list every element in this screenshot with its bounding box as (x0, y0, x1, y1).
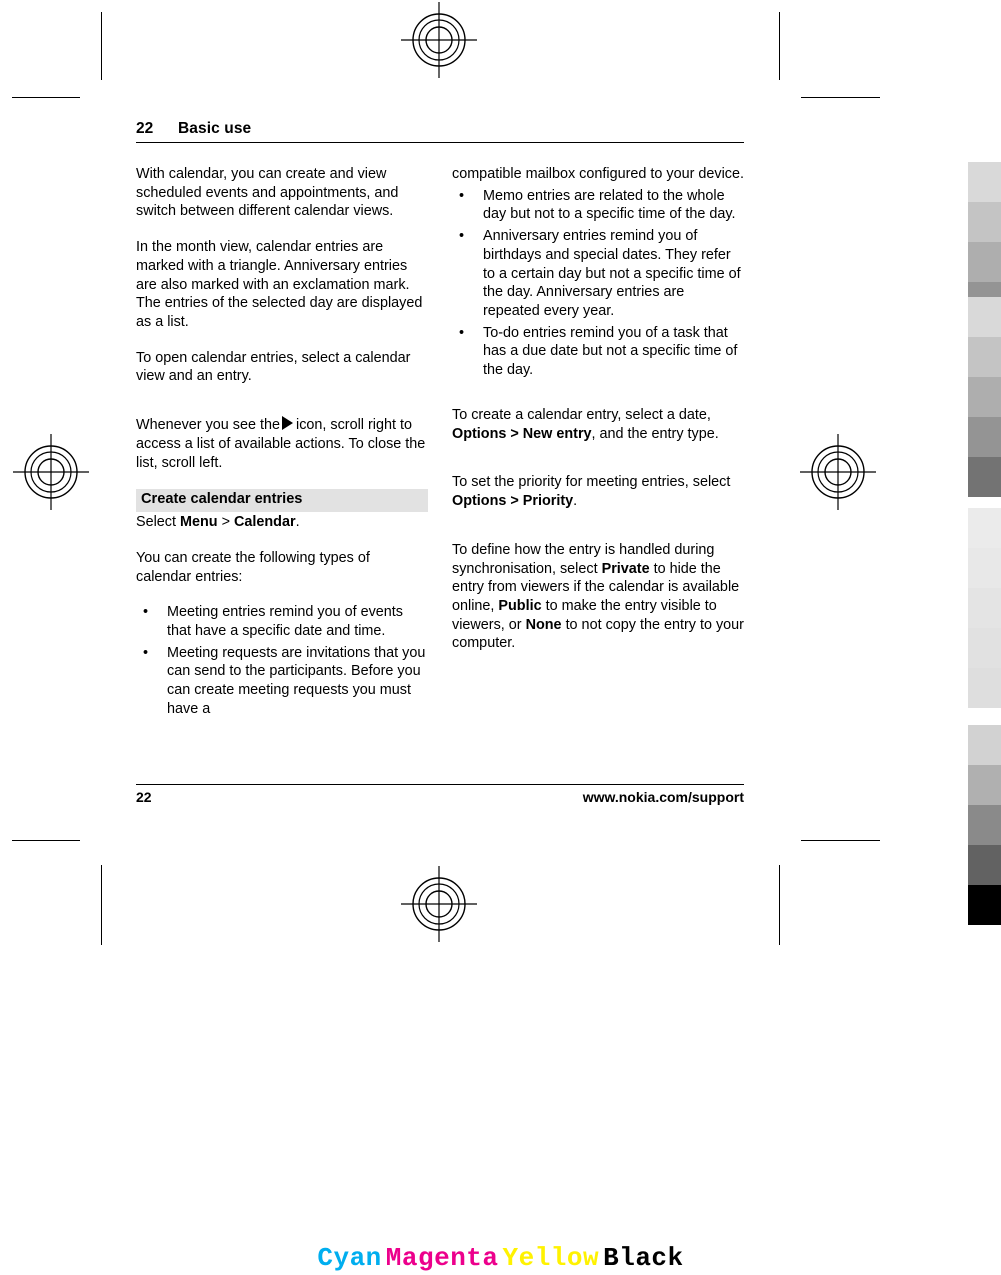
calibration-patch (968, 457, 1001, 497)
list-item-text: To-do entries remind you of a task that … (483, 324, 738, 379)
crop-mark-bottom-left-vertical (101, 865, 102, 945)
sync-public: Public (498, 597, 542, 614)
cmyk-label-magenta: Magenta (385, 1243, 499, 1273)
scroll-hint-text-before: Whenever you see the (136, 417, 280, 434)
calibration-patch (968, 548, 1001, 588)
paragraph-create-entry: To create a calendar entry, select a dat… (452, 406, 744, 443)
bullet-marker-icon: • (459, 324, 465, 341)
sync-none: None (525, 616, 562, 633)
list-item-text: Meeting requests are invitations that yo… (167, 644, 426, 717)
list-item: • Meeting entries remind you of events th… (136, 603, 428, 640)
calibration-patch (968, 725, 1001, 765)
menu-path-separator: > (221, 514, 230, 531)
right-arrow-triangle-icon (282, 416, 293, 431)
paragraph-synchronisation: To define how the entry is handled durin… (452, 541, 744, 653)
calibration-patch (968, 242, 1001, 282)
footer-support-url: www.nokia.com/support (582, 789, 744, 805)
priority-text-2: . (573, 493, 578, 510)
registration-mark-top (401, 2, 477, 78)
left-bullet-list: • Meeting entries remind you of events th… (136, 603, 428, 718)
list-item-text: Meeting entries remind you of events tha… (167, 604, 403, 640)
page-title: Basic use (178, 120, 252, 137)
cmyk-color-bar: Cyan Magenta Yellow Black (0, 1243, 1001, 1273)
calibration-patch (968, 297, 1001, 337)
list-item-text: Anniversary entries remind you of birthd… (483, 228, 741, 320)
menu-path-menu: Menu (180, 514, 218, 531)
calibration-strip-4 (968, 725, 1001, 925)
crop-mark-top-right-vertical (779, 12, 780, 80)
section-heading-create-calendar-entries: Create calendar entries (136, 489, 428, 513)
list-item-text: Memo entries are related to the whole da… (483, 187, 736, 223)
header-page-number: 22 (136, 120, 154, 137)
calibration-patch (968, 162, 1001, 202)
paragraph-continuation: compatible mailbox configured to your de… (452, 166, 744, 182)
paragraph-open-entries: To open calendar entries, select a calen… (136, 349, 411, 385)
priority-options: Options (452, 493, 507, 510)
calibration-strip-3 (968, 508, 1001, 708)
calibration-patch (968, 337, 1001, 377)
calibration-patch (968, 417, 1001, 457)
calibration-strip-2 (968, 297, 1001, 497)
calibration-patch (968, 885, 1001, 925)
calibration-patch (968, 805, 1001, 845)
crop-mark-bottom-left-horizontal (12, 840, 80, 841)
crop-mark-top-right-horizontal (801, 97, 880, 98)
registration-mark-bottom (401, 866, 477, 942)
create-entry-separator: > (510, 425, 519, 442)
page-header: 22 Basic use (136, 120, 744, 143)
crop-mark-top-left-vertical (101, 12, 102, 80)
crop-mark-bottom-right-horizontal (801, 840, 880, 841)
priority-priority: Priority (522, 493, 574, 510)
paragraph-priority: To set the priority for meeting entries,… (452, 473, 744, 510)
calibration-patch (968, 765, 1001, 805)
create-entry-text-2: , and the entry type. (591, 425, 719, 442)
footer-page-number: 22 (136, 789, 152, 805)
page-footer: 22 www.nokia.com/support (136, 784, 744, 805)
select-label: Select (136, 514, 176, 531)
bullet-marker-icon: • (143, 604, 149, 621)
paragraph-entry-types-intro: You can create the following types of ca… (136, 549, 370, 585)
calibration-patch (968, 668, 1001, 708)
calibration-patch (968, 628, 1001, 668)
registration-mark-left (13, 434, 89, 510)
right-column: compatible mailbox configured to your de… (452, 165, 744, 736)
paragraph-calendar-intro: With calendar, you can create and view s… (136, 166, 399, 220)
list-item: • To-do entries remind you of a task that… (452, 324, 744, 380)
priority-separator: > (510, 493, 519, 510)
priority-text-1: To set the priority for meeting entries,… (452, 474, 731, 491)
left-column: With calendar, you can create and view s… (136, 165, 428, 736)
cmyk-label-black: Black (603, 1243, 684, 1273)
cmyk-label-yellow: Yellow (502, 1243, 600, 1273)
paragraph-select-path: Select Menu > Calendar. (136, 513, 428, 532)
crop-mark-bottom-right-vertical (779, 865, 780, 945)
cmyk-label-cyan: Cyan (317, 1243, 382, 1273)
two-column-body: With calendar, you can create and view s… (136, 165, 744, 736)
bullet-marker-icon: • (459, 228, 465, 245)
select-period: . (295, 514, 300, 531)
calibration-patch (968, 377, 1001, 417)
list-item: • Memo entries are related to the whole d… (452, 187, 744, 224)
create-entry-new-entry: New entry (522, 425, 592, 442)
paragraph-scroll-icon-hint: Whenever you see the icon, scroll right t… (136, 416, 428, 472)
calibration-patch (968, 845, 1001, 885)
list-item: • Anniversary entries remind you of birth… (452, 227, 744, 321)
paragraph-month-view: In the month view, calendar entries are … (136, 239, 423, 331)
right-bullet-list: • Memo entries are related to the whole d… (452, 187, 744, 380)
create-entry-options: Options (452, 425, 507, 442)
document-page: 22 Basic use With calendar, you can crea… (136, 120, 744, 736)
list-item: • Meeting requests are invitations that y… (136, 644, 428, 719)
registration-mark-right (800, 434, 876, 510)
calibration-patch (968, 202, 1001, 242)
bullet-marker-icon: • (459, 187, 465, 204)
crop-mark-top-left-horizontal (12, 97, 80, 98)
sync-private: Private (601, 560, 650, 577)
create-entry-text-1: To create a calendar entry, select a dat… (452, 406, 711, 423)
calibration-patch (968, 508, 1001, 548)
calibration-patch (968, 588, 1001, 628)
bullet-marker-icon: • (143, 644, 149, 661)
menu-path-calendar: Calendar (233, 514, 296, 531)
